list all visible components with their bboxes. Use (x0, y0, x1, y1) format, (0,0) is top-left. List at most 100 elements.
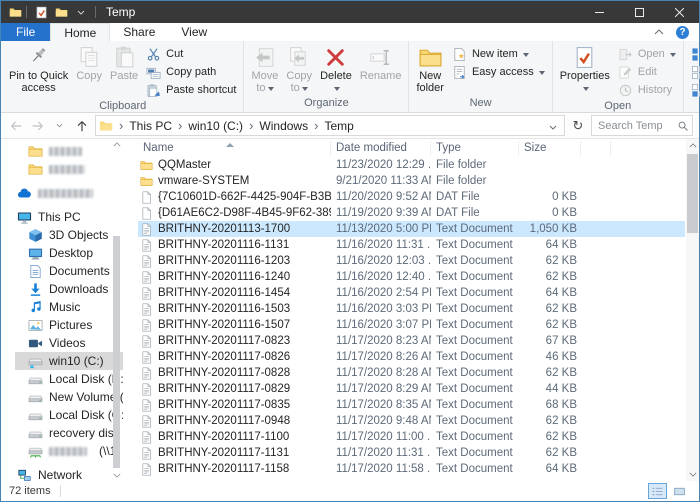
sidebar-scrollbar[interactable] (112, 139, 121, 481)
ribbon-small-button[interactable]: Select all (687, 45, 700, 63)
minimize-button[interactable] (579, 1, 619, 23)
ribbon-tab[interactable]: Home (50, 23, 110, 41)
ribbon-small-button[interactable]: Select none (687, 63, 700, 81)
column-header-name[interactable]: Name (138, 141, 331, 156)
ribbon-big-button[interactable]: Properties (556, 43, 614, 99)
file-row[interactable]: BRITHNY-20201113-1700 11/13/2020 5:00 PM… (138, 221, 685, 237)
file-row[interactable]: BRITHNY-20201116-1507 11/16/2020 3:07 PM… (138, 317, 685, 333)
scroll-up-icon[interactable] (686, 143, 699, 148)
ribbon-big-button[interactable]: New folder (412, 43, 448, 96)
qat-properties-button[interactable] (31, 3, 51, 21)
sidebar-item[interactable]: Network (1, 466, 123, 481)
sidebar-item[interactable]: recovery disk (K:) (1, 424, 123, 442)
sidebar-item[interactable]: win10 (C:) (1, 352, 123, 370)
file-row[interactable]: QQMaster 11/23/2020 12:29 ... File folde… (138, 157, 685, 173)
breadcrumb-segment[interactable]: This PC (113, 118, 172, 133)
ribbon-big-button[interactable]: Delete (316, 43, 356, 96)
ribbon-small-button[interactable]: Open (614, 45, 680, 63)
breadcrumb[interactable]: This PCwin10 (C:)WindowsTemp (95, 115, 565, 136)
breadcrumb-segment[interactable]: win10 (C:) (172, 118, 243, 133)
ribbon-tab[interactable]: View (168, 23, 220, 41)
sidebar-item[interactable]: Documents (1, 262, 123, 280)
collapse-ribbon-icon[interactable] (654, 29, 664, 35)
column-header-type[interactable]: Type (431, 141, 519, 156)
details-view-button[interactable] (648, 483, 667, 499)
file-row[interactable]: BRITHNY-20201117-0829 11/17/2020 8:29 AM… (138, 381, 685, 397)
sidebar-item[interactable]: 3D Objects (1, 226, 123, 244)
column-header-date-modified[interactable]: Date modified (331, 141, 431, 156)
search-icon[interactable] (677, 120, 689, 132)
ribbon-tab[interactable]: Share (110, 23, 168, 41)
sidebar-item[interactable]: Downloads (1, 280, 123, 298)
file-row[interactable]: BRITHNY-20201117-0948 11/17/2020 9:48 AM… (138, 413, 685, 429)
copyto-icon (287, 45, 312, 70)
breadcrumb-segment[interactable]: Windows (243, 118, 308, 133)
qat-customize-dropdown[interactable] (71, 3, 91, 21)
qat-new-folder-button[interactable] (51, 3, 71, 21)
breadcrumb-segment[interactable]: Temp (308, 118, 354, 133)
sidebar-item[interactable]: Local Disk (D:) (1, 370, 123, 388)
file-list-scrollbar[interactable] (686, 139, 699, 481)
file-row[interactable]: vmware-SYSTEM 9/21/2020 11:33 AM File fo… (138, 173, 685, 189)
up-icon[interactable] (71, 116, 92, 136)
ribbon-big-button[interactable]: Copy (72, 43, 106, 99)
sidebar-item[interactable]: Desktop (1, 244, 123, 262)
ribbon-big-button[interactable]: Copy to (282, 43, 316, 96)
scrollbar-thumb[interactable] (687, 154, 698, 233)
ribbon-small-button[interactable]: Invert selection (687, 81, 700, 99)
file-row[interactable]: {7C10601D-662F-4425-904F-B3B2BC43E6... 1… (138, 189, 685, 205)
ribbon-small-button[interactable]: New item (448, 45, 549, 63)
file-row[interactable]: BRITHNY-20201116-1203 11/16/2020 12:03 .… (138, 253, 685, 269)
file-row[interactable]: BRITHNY-20201117-1131 11/17/2020 11:31 .… (138, 445, 685, 461)
ribbon-small-button[interactable]: Cut (142, 45, 240, 63)
search-input[interactable] (598, 120, 677, 132)
sidebar-item[interactable]: Videos (1, 334, 123, 352)
scrollbar-thumb[interactable] (113, 236, 120, 468)
file-row[interactable]: BRITHNY-20201117-0835 11/17/2020 8:35 AM… (138, 397, 685, 413)
file-row[interactable]: BRITHNY-20201116-1454 11/16/2020 2:54 PM… (138, 285, 685, 301)
ribbon-tab[interactable]: File (1, 23, 50, 41)
ribbon-big-button[interactable]: Rename (356, 43, 406, 96)
sidebar-item[interactable] (1, 142, 123, 160)
sidebar-item[interactable] (1, 184, 123, 202)
column-header-size[interactable]: Size (519, 141, 581, 156)
scroll-down-icon[interactable] (112, 473, 121, 478)
sidebar-item[interactable]: Music (1, 298, 123, 316)
address-dropdown-icon[interactable] (545, 117, 561, 135)
close-button[interactable] (659, 1, 699, 23)
sidebar-item[interactable]: Local Disk (G:) (1, 406, 123, 424)
file-row[interactable]: {D61AE6C2-D98F-4B45-9F62-389EEBB27A... 1… (138, 205, 685, 221)
file-row[interactable]: BRITHNY-20201116-1131 11/16/2020 11:31 .… (138, 237, 685, 253)
file-row[interactable]: BRITHNY-20201117-0826 11/17/2020 8:26 AM… (138, 349, 685, 365)
sidebar-item[interactable]: (\\1 (1, 442, 123, 460)
ribbon-big-button[interactable]: Paste (106, 43, 142, 99)
ribbon-small-button[interactable]: Easy access (448, 63, 549, 81)
file-row[interactable]: BRITHNY-20201117-0828 11/17/2020 8:28 AM… (138, 365, 685, 381)
sidebar-item[interactable]: This PC (1, 208, 123, 226)
ribbon-big-button[interactable]: Move to (247, 43, 282, 96)
file-row[interactable]: BRITHNY-20201116-1503 11/16/2020 3:03 PM… (138, 301, 685, 317)
file-row[interactable]: BRITHNY-20201116-1240 11/16/2020 12:40 .… (138, 269, 685, 285)
file-row[interactable]: BRITHNY-20201117-1100 11/17/2020 11:00 .… (138, 429, 685, 445)
thumbnails-view-button[interactable] (670, 483, 689, 499)
recent-locations-dropdown[interactable] (49, 116, 70, 136)
ribbon-small-button[interactable]: Paste shortcut (142, 81, 240, 99)
help-icon[interactable]: ? (676, 26, 689, 39)
scroll-up-icon[interactable] (112, 142, 121, 147)
sidebar-item[interactable]: New Volume (E:) (1, 388, 123, 406)
maximize-button[interactable] (619, 1, 659, 23)
scroll-down-icon[interactable] (686, 472, 699, 477)
titlebar-divider (26, 6, 27, 18)
back-icon[interactable] (5, 116, 26, 136)
ribbon-small-button[interactable]: Copy path (142, 63, 240, 81)
ribbon-small-button[interactable]: History (614, 81, 680, 99)
forward-icon[interactable] (27, 116, 48, 136)
refresh-icon[interactable]: ↻ (568, 116, 588, 136)
sidebar-item[interactable] (1, 160, 123, 178)
file-row[interactable]: BRITHNY-20201117-1158 11/17/2020 11:58 .… (138, 461, 685, 477)
ribbon-small-button[interactable]: Edit (614, 63, 680, 81)
ribbon-big-button[interactable]: Pin to Quick access (5, 43, 72, 99)
chevron-right-icon (113, 118, 129, 133)
file-row[interactable]: BRITHNY-20201117-0823 11/17/2020 8:23 AM… (138, 333, 685, 349)
sidebar-item[interactable]: Pictures (1, 316, 123, 334)
